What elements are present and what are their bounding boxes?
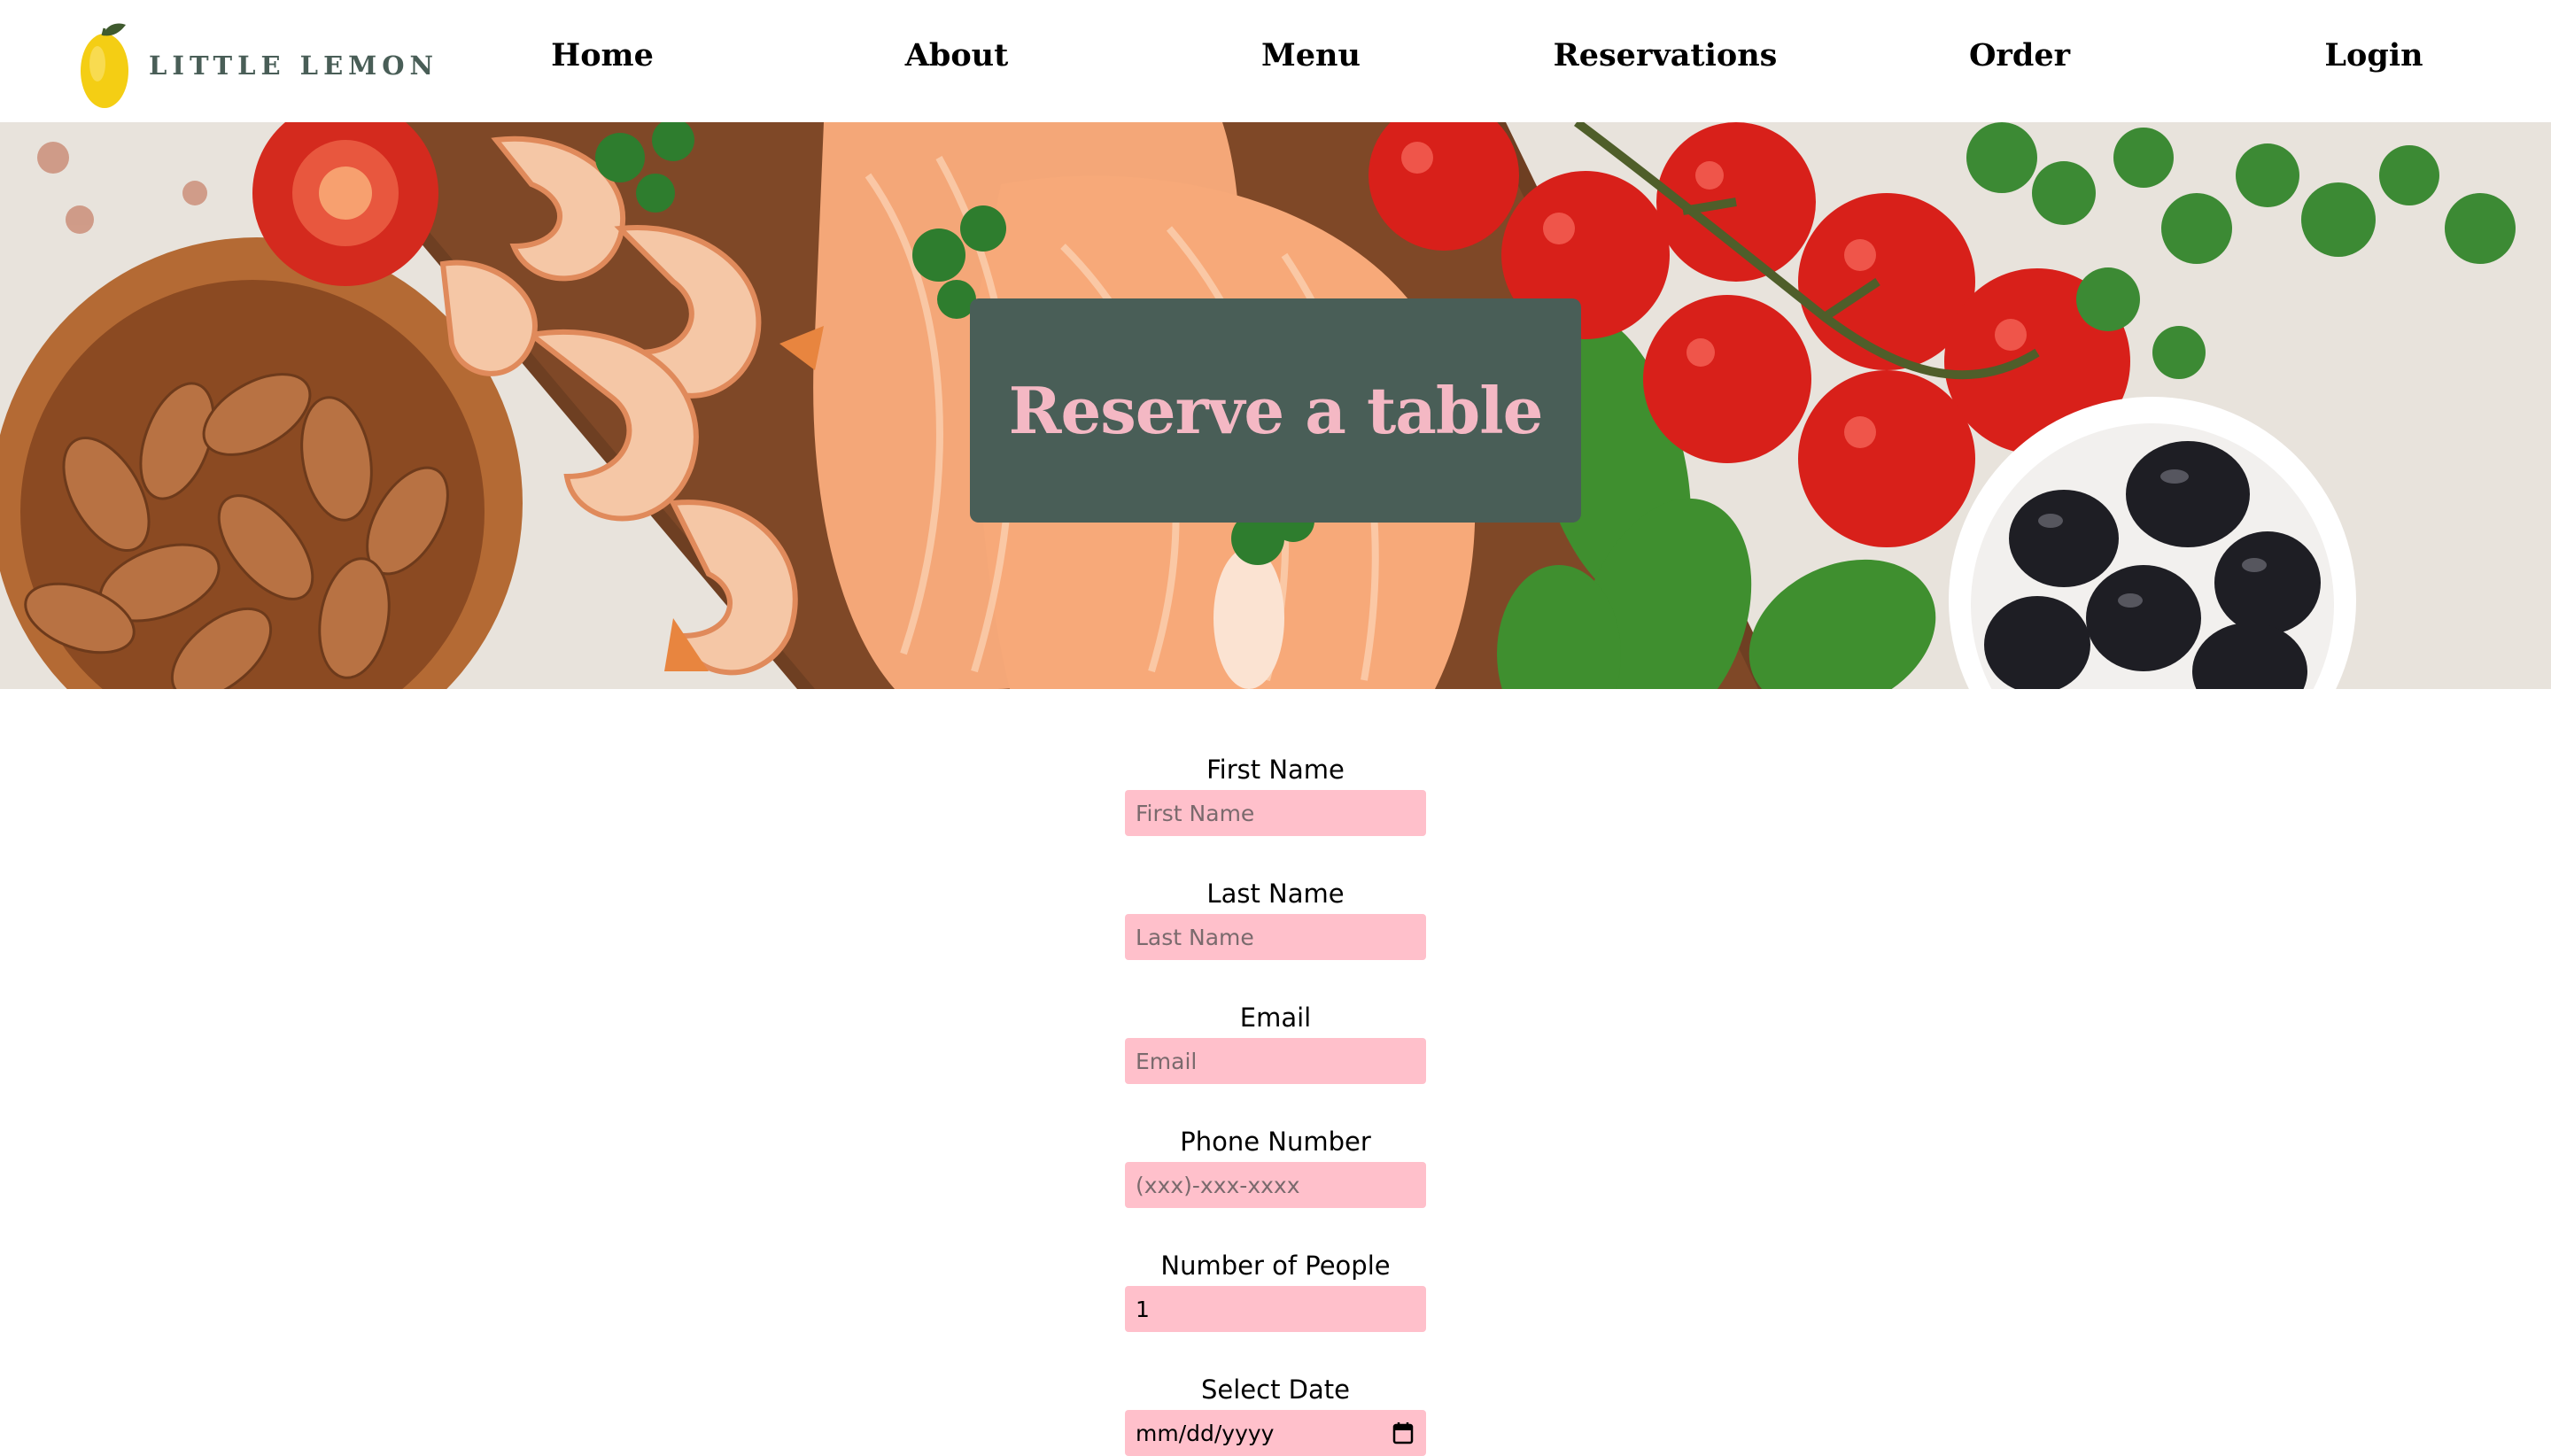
nav-home-link[interactable]: Home bbox=[551, 37, 654, 74]
email-input[interactable] bbox=[1125, 1038, 1426, 1084]
calendar-icon[interactable] bbox=[1392, 1421, 1414, 1444]
date-field-group: Select Date mm/dd/yyyy bbox=[1125, 1375, 1426, 1456]
first-name-input[interactable] bbox=[1125, 790, 1426, 836]
last-name-input[interactable] bbox=[1125, 914, 1426, 960]
date-label: Select Date bbox=[1201, 1375, 1350, 1405]
people-field-group: Number of People bbox=[1125, 1251, 1426, 1332]
date-input[interactable]: mm/dd/yyyy bbox=[1125, 1410, 1426, 1456]
nav-about-link[interactable]: About bbox=[905, 37, 1009, 74]
brand-logo[interactable]: LITTLE LEMON bbox=[76, 19, 438, 112]
brand-name: LITTLE LEMON bbox=[149, 50, 439, 81]
nav-menu-link[interactable]: Menu bbox=[1261, 37, 1361, 74]
hero-banner: Reserve a table bbox=[0, 122, 2551, 689]
people-input[interactable] bbox=[1125, 1286, 1426, 1332]
phone-label: Phone Number bbox=[1180, 1127, 1371, 1157]
first-name-label: First Name bbox=[1206, 755, 1345, 785]
phone-input[interactable] bbox=[1125, 1162, 1426, 1208]
people-label: Number of People bbox=[1160, 1251, 1391, 1281]
last-name-label: Last Name bbox=[1206, 879, 1345, 909]
lemon-icon bbox=[81, 23, 128, 108]
hero-title-box: Reserve a table bbox=[970, 298, 1581, 523]
date-placeholder: mm/dd/yyyy bbox=[1136, 1420, 1275, 1446]
last-name-field-group: Last Name bbox=[1125, 879, 1426, 960]
top-navigation: LITTLE LEMON Home About Menu Reservation… bbox=[0, 0, 2551, 122]
first-name-field-group: First Name bbox=[1125, 755, 1426, 836]
email-label: Email bbox=[1239, 1003, 1312, 1033]
email-field-group: Email bbox=[1125, 1003, 1426, 1084]
phone-field-group: Phone Number bbox=[1125, 1127, 1426, 1208]
nav-login-link[interactable]: Login bbox=[2324, 37, 2423, 74]
nav-order-link[interactable]: Order bbox=[1969, 37, 2070, 74]
page-title: Reserve a table bbox=[1008, 373, 1544, 448]
nav-reservations-link[interactable]: Reservations bbox=[1554, 37, 1778, 74]
